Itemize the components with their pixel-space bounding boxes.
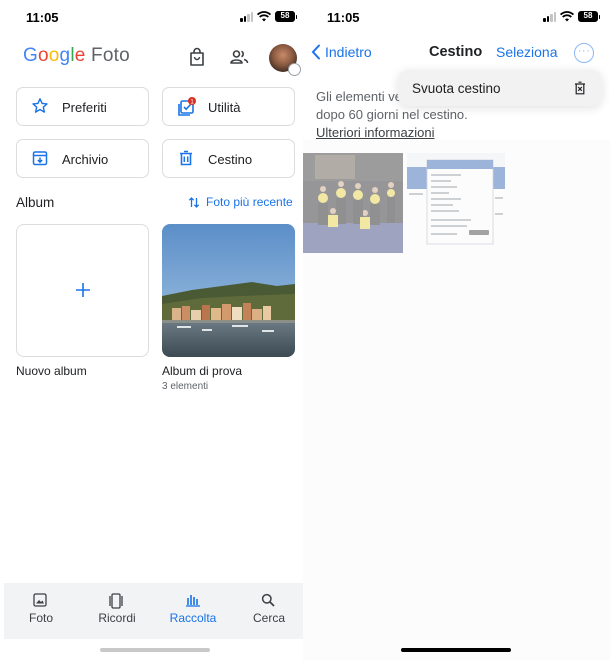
google-logo-text: Google bbox=[23, 45, 86, 66]
status-icons: 58 bbox=[543, 11, 600, 22]
wifi-icon bbox=[560, 11, 574, 22]
shopping-bag-icon[interactable] bbox=[186, 46, 208, 68]
status-icons: 58 bbox=[240, 11, 297, 22]
info-line-2: dopo 60 giorni nel cestino. bbox=[316, 107, 468, 122]
nav-label-library: Raccolta bbox=[169, 611, 217, 625]
nav-label-search: Cerca bbox=[252, 611, 285, 625]
library-icon bbox=[186, 595, 200, 607]
archive-icon bbox=[32, 151, 48, 166]
utilities-button[interactable]: 1 Utilità bbox=[162, 87, 295, 126]
app-logo: Google Foto bbox=[23, 45, 130, 67]
favorites-label: Preferiti bbox=[62, 100, 107, 115]
page-title: Cestino bbox=[429, 44, 483, 60]
album-name: Album di prova bbox=[162, 364, 243, 378]
trash-screen: 11:05 58 Indietro Cestino Seleziona ··· … bbox=[303, 0, 610, 660]
chevron-left-icon bbox=[311, 44, 320, 60]
sort-albums-label: Foto più recente bbox=[206, 195, 293, 209]
nav-label-memories: Ricordi bbox=[98, 611, 136, 625]
signal-icon bbox=[240, 11, 253, 22]
status-time: 11:05 bbox=[327, 10, 360, 25]
plus-icon bbox=[76, 283, 90, 297]
backup-off-badge-icon bbox=[288, 63, 301, 76]
memories-icon bbox=[109, 593, 123, 609]
wifi-icon bbox=[257, 11, 271, 22]
bottom-navigation-bar: Foto Ricordi Raccolta Cerca bbox=[4, 583, 303, 639]
empty-trash-option[interactable]: Svuota cestino bbox=[412, 81, 501, 96]
archive-label: Archivio bbox=[62, 152, 109, 167]
sort-arrows-icon bbox=[188, 196, 200, 208]
album-item-count: 3 elementi bbox=[162, 381, 209, 392]
search-icon bbox=[261, 593, 275, 607]
nav-tab-memories[interactable]: Ricordi bbox=[80, 583, 154, 639]
album-cover-thumbnail[interactable] bbox=[162, 224, 295, 357]
menu-backdrop bbox=[303, 140, 610, 660]
coastal-town-photo bbox=[162, 224, 295, 357]
account-avatar[interactable] bbox=[269, 44, 301, 76]
delete-forever-icon bbox=[575, 81, 585, 95]
status-time: 11:05 bbox=[26, 10, 59, 25]
empty-trash-menu: Svuota cestino bbox=[398, 70, 602, 106]
trash-label: Cestino bbox=[208, 152, 253, 167]
trash-icon bbox=[180, 150, 192, 166]
google-photos-library-screen: 11:05 58 Google Foto Preferiti 1 Utilità… bbox=[0, 0, 303, 660]
signal-icon bbox=[543, 11, 556, 22]
trash-button[interactable]: Cestino bbox=[162, 139, 295, 178]
select-button[interactable]: Seleziona bbox=[496, 44, 558, 60]
new-album-card[interactable] bbox=[16, 224, 149, 357]
favorites-button[interactable]: Preferiti bbox=[16, 87, 149, 126]
utilities-icon: 1 bbox=[178, 97, 196, 116]
product-name: Foto bbox=[91, 45, 130, 66]
more-options-icon[interactable]: ··· bbox=[574, 43, 594, 63]
nav-tab-search[interactable]: Cerca bbox=[232, 583, 303, 639]
back-button[interactable]: Indietro bbox=[311, 44, 372, 60]
battery-icon: 58 bbox=[578, 11, 600, 22]
battery-icon: 58 bbox=[275, 11, 297, 22]
archive-button[interactable]: Archivio bbox=[16, 139, 149, 178]
photo-icon bbox=[33, 593, 47, 607]
new-album-label: Nuovo album bbox=[16, 364, 87, 378]
star-icon bbox=[32, 98, 48, 113]
sort-albums-button[interactable]: Foto più recente bbox=[188, 195, 293, 209]
nav-label-photos: Foto bbox=[28, 611, 53, 625]
home-indicator[interactable] bbox=[401, 648, 511, 652]
sharing-people-icon[interactable] bbox=[228, 46, 250, 68]
back-label: Indietro bbox=[325, 44, 372, 60]
utilities-label: Utilità bbox=[208, 100, 241, 115]
nav-tab-photos[interactable]: Foto bbox=[4, 583, 78, 639]
utilities-badge: 1 bbox=[190, 99, 194, 106]
nav-tab-library[interactable]: Raccolta bbox=[156, 583, 230, 639]
status-bar: 11:05 58 bbox=[303, 0, 610, 36]
status-bar: 11:05 58 bbox=[0, 0, 303, 36]
albums-section-title: Album bbox=[16, 195, 55, 210]
home-indicator[interactable] bbox=[100, 648, 210, 652]
